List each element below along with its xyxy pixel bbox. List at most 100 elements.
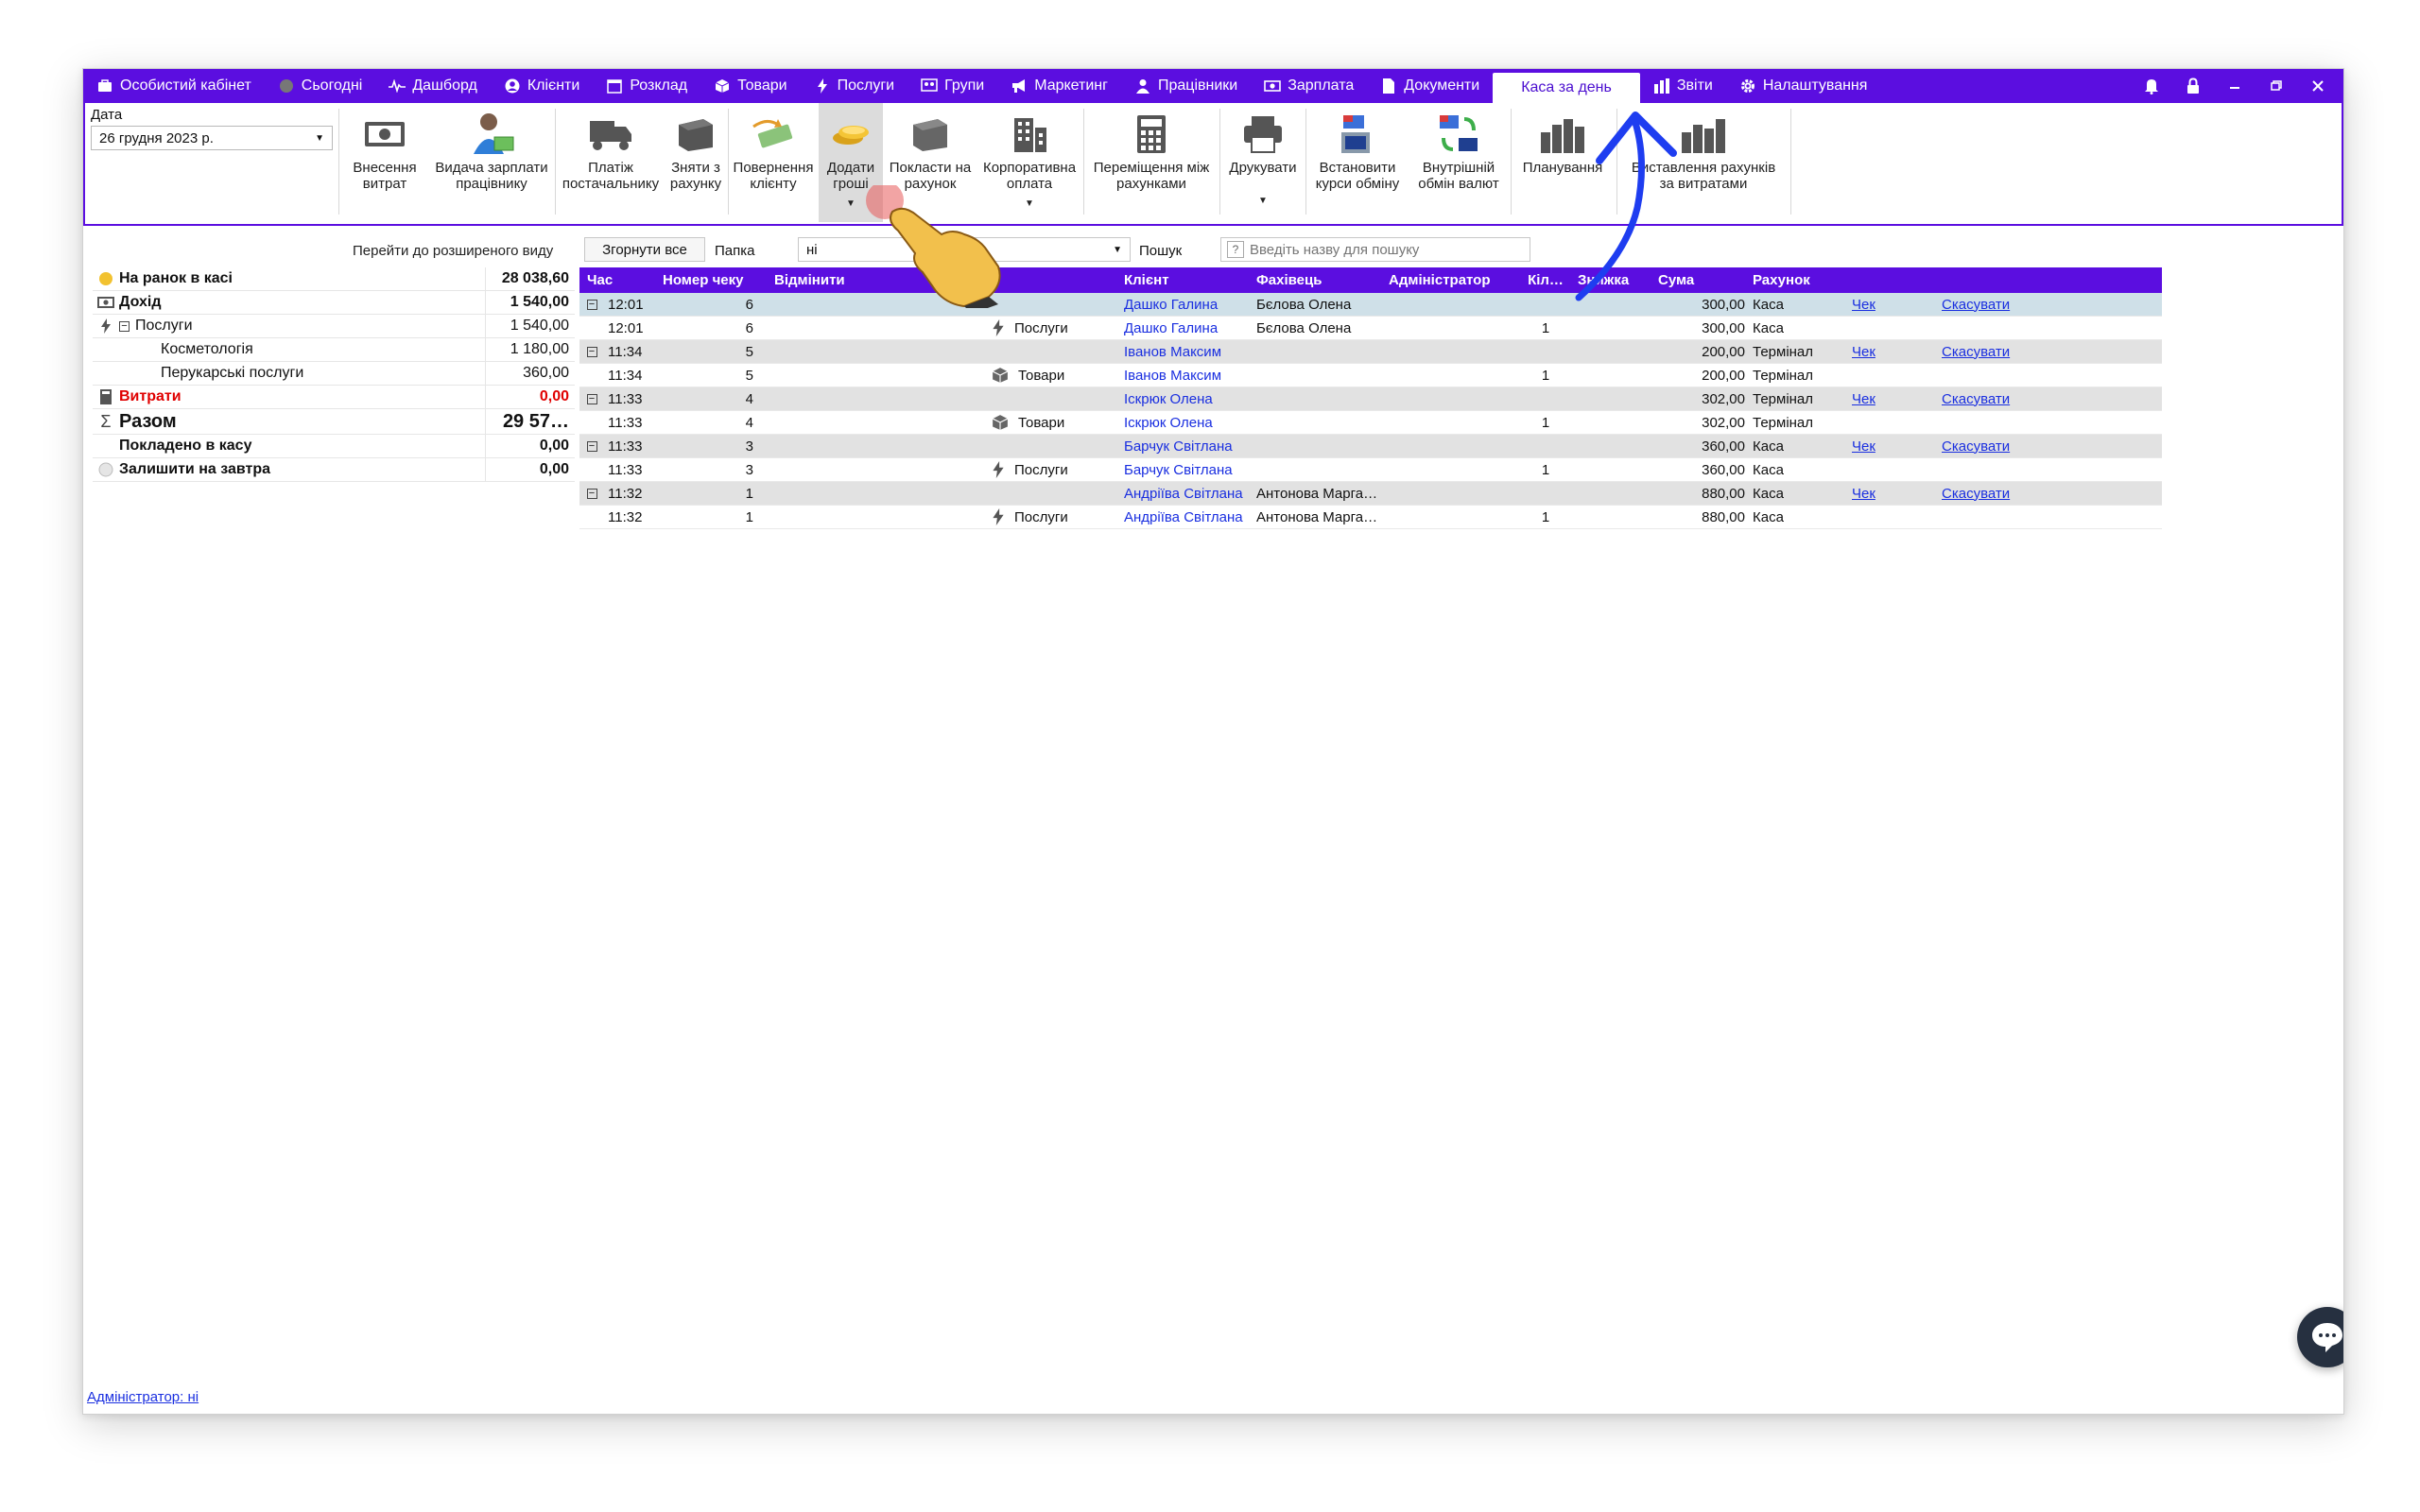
col-header-quantity[interactable]: Кіл… — [1517, 272, 1574, 288]
table-group-row[interactable]: −11:33 4 Іскрюк Олена 302,00 Термінал Чек Скас… — [579, 387, 2162, 411]
collapse-toggle[interactable]: − — [586, 299, 597, 310]
search-input[interactable] — [1250, 241, 1524, 258]
void-link[interactable]: Скасувати — [1938, 438, 2042, 455]
table-row[interactable]: 12:01 6 Послуги Дашко Галина Бєлова Олена 1 30… — [579, 317, 2162, 340]
print-button[interactable]: Друкувати ▼ — [1222, 103, 1304, 222]
cell-client[interactable]: Іскрюк Олена — [1120, 391, 1253, 407]
col-header-time[interactable]: Час — [579, 272, 659, 288]
menu-item-schedule[interactable]: Розклад — [593, 69, 700, 103]
supplier-payment-button[interactable]: Платіж постачальнику — [558, 103, 664, 222]
menu-item-goods[interactable]: Товари — [700, 69, 800, 103]
col-header-check-number[interactable]: Номер чеку — [659, 272, 770, 288]
expense-invoicing-button[interactable]: Виставлення рахунків за витратами — [1618, 103, 1789, 222]
cell-check-number: 3 — [745, 438, 753, 455]
table-row[interactable]: 11:32 1 Послуги Андріїва Світлана Антонова М… — [579, 506, 2162, 529]
void-link[interactable]: Скасувати — [1938, 344, 2042, 360]
collapse-toggle[interactable]: − — [586, 488, 597, 499]
corporate-payment-button[interactable]: Корпоративна оплата ▼ — [977, 103, 1081, 222]
collapse-toggle[interactable]: − — [119, 320, 130, 332]
add-expense-button[interactable]: Внесення витрат — [342, 103, 427, 222]
receipt-link[interactable]: Чек — [1848, 344, 1938, 360]
receipt-link[interactable]: Чек — [1848, 438, 1938, 455]
cell-client[interactable]: Барчук Світлана — [1120, 462, 1253, 478]
collapse-toggle[interactable]: − — [586, 346, 597, 357]
bell-icon[interactable] — [2143, 77, 2160, 94]
cell-client[interactable]: Андріїва Світлана — [1120, 486, 1253, 502]
void-link[interactable]: Скасувати — [1938, 297, 2042, 313]
pay-salary-button[interactable]: Видача зарплати працівнику — [430, 103, 553, 222]
close-icon[interactable] — [2309, 77, 2326, 94]
set-exchange-rates-button[interactable]: Встановити курси обміну — [1308, 103, 1407, 222]
help-icon[interactable]: ? — [1227, 241, 1244, 258]
table-group-row[interactable]: −11:34 5 Іванов Максим 200,00 Термінал Чек Ска… — [579, 340, 2162, 364]
menu-item-today[interactable]: Сьогодні — [265, 69, 376, 103]
receipt-link[interactable]: Чек — [1848, 297, 1938, 313]
menu-item-reports[interactable]: Звіти — [1640, 69, 1726, 103]
button-label: витрат — [362, 176, 407, 192]
menu-item-settings[interactable]: Налаштування — [1726, 69, 1881, 103]
menu-item-cabinet[interactable]: Особистий кабінет — [83, 69, 265, 103]
restore-icon[interactable] — [2268, 77, 2285, 94]
summary-row-services[interactable]: − Послуги 1 540,00 — [93, 315, 575, 338]
date-picker[interactable]: 26 грудня 2023 р. ▼ — [91, 126, 333, 150]
cell-time: 11:34 — [608, 367, 643, 384]
internal-currency-exchange-button[interactable]: Внутрішній обмін валют — [1409, 103, 1509, 222]
cell-client[interactable]: Дашко Галина — [1120, 297, 1253, 313]
expand-cell[interactable]: − — [579, 440, 604, 452]
table-group-row[interactable]: −12:01 6 Дашко Галина Бєлова Олена 300,00 Кас… — [579, 293, 2162, 317]
table-group-row[interactable]: −11:33 3 Барчук Світлана 360,00 Каса Чек Скасу… — [579, 435, 2162, 458]
cell-client[interactable]: Андріїва Світлана — [1120, 509, 1253, 525]
table-row[interactable]: 11:33 3 Послуги Барчук Світлана 1 360,00 Каса — [579, 458, 2162, 482]
extended-view-link[interactable]: Перейти до розширеного виду — [353, 243, 553, 259]
menu-item-groups[interactable]: Групи — [908, 69, 997, 103]
cell-sum: 200,00 — [1702, 343, 1745, 360]
collapse-toggle[interactable]: − — [586, 440, 597, 452]
cell-client[interactable]: Барчук Світлана — [1120, 438, 1253, 455]
expand-cell[interactable]: − — [579, 488, 604, 499]
col-header-account[interactable]: Рахунок — [1749, 272, 1848, 288]
void-link[interactable]: Скасувати — [1938, 391, 2042, 407]
add-money-button[interactable]: Додати гроші ▼ — [819, 103, 883, 222]
table-row[interactable]: 11:34 5 Товари Іванов Максим 1 200,00 Термінал — [579, 364, 2162, 387]
chat-button[interactable] — [2297, 1307, 2343, 1367]
minimize-icon[interactable] — [2226, 77, 2243, 94]
col-header-client[interactable]: Клієнт — [1120, 272, 1253, 288]
collapse-toggle[interactable]: − — [586, 393, 597, 404]
cell-quantity: 1 — [1541, 508, 1550, 525]
receipt-link[interactable]: Чек — [1848, 486, 1938, 502]
col-header-specialist[interactable]: Фахівець — [1253, 272, 1385, 288]
date-label: Дата — [91, 107, 123, 123]
menu-item-documents[interactable]: Документи — [1367, 69, 1493, 103]
expand-cell[interactable]: − — [579, 346, 604, 357]
lock-icon[interactable] — [2185, 77, 2202, 94]
cell-client[interactable]: Іванов Максим — [1120, 344, 1253, 360]
collapse-all-button[interactable]: Згорнути все — [584, 237, 705, 262]
void-link[interactable]: Скасувати — [1938, 486, 2042, 502]
menu-item-salary[interactable]: Зарплата — [1251, 69, 1367, 103]
planning-button[interactable]: Планування — [1512, 103, 1613, 222]
menu-item-dashboard[interactable]: Дашборд — [375, 69, 491, 103]
menu-item-services[interactable]: Послуги — [801, 69, 908, 103]
expand-cell[interactable]: − — [579, 393, 604, 404]
col-header-administrator[interactable]: Адміністратор — [1385, 272, 1517, 288]
administrator-link[interactable]: Адміністратор: ні — [87, 1389, 199, 1405]
col-header-sum[interactable]: Сума — [1654, 272, 1749, 288]
col-header-discount[interactable]: Знижка — [1574, 272, 1654, 288]
client-refund-button[interactable]: Повернення клієнту — [731, 103, 816, 222]
expand-cell[interactable]: − — [579, 299, 604, 310]
receipt-link[interactable]: Чек — [1848, 391, 1938, 407]
table-row[interactable]: 11:33 4 Товари Іскрюк Олена 1 302,00 Термінал — [579, 411, 2162, 435]
menu-item-employees[interactable]: Працівники — [1121, 69, 1251, 103]
col-header-cancel[interactable]: Відмінити — [770, 272, 912, 288]
menu-item-marketing[interactable]: Маркетинг — [997, 69, 1121, 103]
cell-client[interactable]: Іскрюк Олена — [1120, 415, 1253, 431]
table-group-row[interactable]: −11:32 1 Андріїва Світлана Антонова Марга… 8… — [579, 482, 2162, 506]
transfer-between-accounts-button[interactable]: Переміщення між рахунками — [1085, 103, 1218, 222]
menu-item-clients[interactable]: Клієнти — [491, 69, 593, 103]
deposit-to-account-button[interactable]: Покласти на рахунок — [885, 103, 976, 222]
menu-item-cash-day[interactable]: Каса за день — [1493, 73, 1640, 103]
cell-client[interactable]: Іванов Максим — [1120, 368, 1253, 384]
withdraw-button[interactable]: Зняти з рахунку — [666, 103, 726, 222]
folder-select[interactable]: ні ▼ — [798, 237, 1131, 262]
cell-client[interactable]: Дашко Галина — [1120, 320, 1253, 336]
